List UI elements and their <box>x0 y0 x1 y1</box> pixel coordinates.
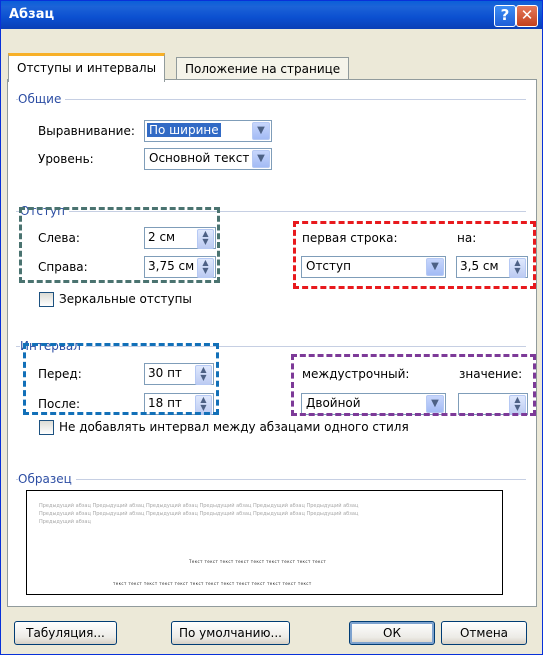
section-preview: Образец <box>18 472 76 486</box>
tab-indents-spacing[interactable]: Отступы и интервалы <box>8 53 166 82</box>
alignment-label: Выравнивание: <box>38 124 135 138</box>
cancel-button[interactable]: Отмена <box>441 621 527 645</box>
help-button[interactable]: ? <box>494 5 516 27</box>
tab-label: Отступы и интервалы <box>17 61 157 75</box>
chevron-down-icon[interactable]: ▼ <box>252 150 270 168</box>
window-title: Абзац <box>9 7 55 22</box>
annotation-spacing-box <box>23 343 219 415</box>
preview-previous-line: Предыдущий абзац Предыдущий абзац Предыд… <box>39 511 359 517</box>
dont-add-space-checkbox[interactable] <box>39 420 54 435</box>
tab-line-page-breaks[interactable]: Положение на странице <box>176 57 350 80</box>
level-label: Уровень: <box>38 152 94 166</box>
annotation-line-spacing-box <box>291 354 536 416</box>
tabs-button[interactable]: Табуляция... <box>14 621 117 645</box>
dont-add-space-label: Не добавлять интервал между абзацами одн… <box>59 420 409 434</box>
preview-previous-line: Предыдущий абзац Предыдущий абзац Предыд… <box>39 503 359 509</box>
paragraph-dialog: Абзац ? ✕ Отступы и интервалы Положение … <box>0 0 543 655</box>
mirror-indents-label: Зеркальные отступы <box>59 292 192 306</box>
preview-previous-line: Предыдущий абзац <box>39 519 91 525</box>
alignment-select[interactable]: По ширине ▼ <box>144 120 272 142</box>
set-default-button[interactable]: По умолчанию... <box>171 621 290 645</box>
annotation-first-line-box <box>293 221 536 289</box>
preview-text-line: текст текст текст текст текст текст текс… <box>113 581 312 586</box>
preview-text-line: Текст текст текст текст текст текст текс… <box>189 559 327 564</box>
level-select[interactable]: Основной текст ▼ <box>144 148 272 170</box>
ok-button[interactable]: ОК <box>349 621 435 645</box>
section-general: Общие <box>18 92 66 106</box>
annotation-indent-box <box>19 207 220 283</box>
title-bar[interactable]: Абзац ? ✕ <box>1 1 542 29</box>
chevron-down-icon[interactable]: ▼ <box>252 122 270 140</box>
mirror-indents-checkbox[interactable] <box>39 292 54 307</box>
divider <box>16 99 526 100</box>
level-value: Основной текст <box>149 151 250 165</box>
tab-label: Положение на странице <box>185 62 341 76</box>
close-button[interactable]: ✕ <box>516 5 538 27</box>
preview-box: Предыдущий абзац Предыдущий абзац Предыд… <box>26 490 503 595</box>
alignment-value: По ширине <box>147 123 221 137</box>
divider <box>16 479 526 480</box>
